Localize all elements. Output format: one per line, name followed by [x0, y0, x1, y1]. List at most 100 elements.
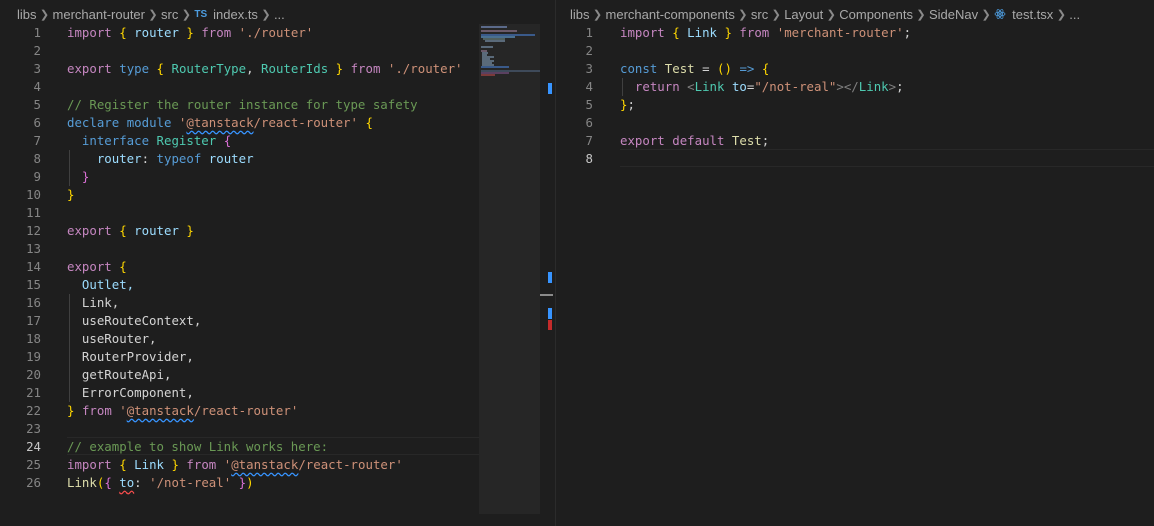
- code-line[interactable]: 16 Link,: [0, 294, 555, 312]
- minimap-line: [481, 26, 507, 28]
- line-number: 4: [33, 79, 41, 94]
- line-number: 2: [585, 43, 593, 58]
- scrollbar-info-marker: [548, 83, 552, 94]
- code-line-active[interactable]: 8: [556, 150, 1154, 168]
- vertical-scrollbar[interactable]: [540, 24, 555, 526]
- breadcrumb: libs ❯ merchant-router ❯ src ❯ TS index.…: [17, 5, 285, 23]
- code-line[interactable]: 17 useRouteContext,: [0, 312, 555, 330]
- code-line[interactable]: 11: [0, 204, 555, 222]
- line-number: 2: [33, 43, 41, 58]
- code-line[interactable]: 3 const Test = () => {: [556, 60, 1154, 78]
- breadcrumb-symbols[interactable]: ...: [1069, 7, 1080, 22]
- code-line[interactable]: 2: [0, 42, 555, 60]
- code-line[interactable]: 10}: [0, 186, 555, 204]
- breadcrumb-merchant-router[interactable]: merchant-router: [53, 7, 145, 22]
- breadcrumb-src[interactable]: src: [161, 7, 178, 22]
- scrollbar-cursor-marker: [540, 294, 553, 296]
- code-line[interactable]: 20 getRouteApi,: [0, 366, 555, 384]
- code-line[interactable]: 7 interface Register {: [0, 132, 555, 150]
- code-line[interactable]: 9 }: [0, 168, 555, 186]
- react-icon: [994, 9, 1006, 19]
- code-line[interactable]: 25 import { Link } from '@tanstack/react-…: [0, 456, 555, 474]
- code-line[interactable]: 6: [556, 114, 1154, 132]
- line-number: 1: [33, 25, 41, 40]
- line-number: 25: [26, 457, 41, 472]
- minimap-slider[interactable]: [479, 24, 540, 514]
- breadcrumb-file-name[interactable]: index.ts: [213, 7, 258, 22]
- line-number: 4: [585, 79, 593, 94]
- line-number: 16: [26, 295, 41, 310]
- line-number: 15: [26, 277, 41, 292]
- line-number: 8: [585, 151, 593, 166]
- code-line[interactable]: 5// Register the router instance for typ…: [0, 96, 555, 114]
- code-line[interactable]: 18 useRouter,: [0, 330, 555, 348]
- line-number: 5: [585, 97, 593, 112]
- line-number: 11: [26, 205, 41, 220]
- code-line[interactable]: 8 router: typeof router: [0, 150, 555, 168]
- breadcrumb-file-name[interactable]: test.tsx: [1012, 7, 1053, 22]
- chevron-right-icon: ❯: [1056, 8, 1066, 21]
- code-line[interactable]: 2: [556, 42, 1154, 60]
- breadcrumb-layout[interactable]: Layout: [784, 7, 823, 22]
- breadcrumb-symbols[interactable]: ...: [274, 7, 285, 22]
- breadcrumb: libs ❯ merchant-components ❯ src ❯ Layou…: [570, 5, 1080, 23]
- line-number: 17: [26, 313, 41, 328]
- chevron-right-icon: ❯: [771, 8, 781, 21]
- chevron-right-icon: ❯: [592, 8, 603, 21]
- line-number: 26: [26, 475, 41, 490]
- chevron-right-icon: ❯: [738, 8, 748, 21]
- breadcrumb-sidenav[interactable]: SideNav: [929, 7, 978, 22]
- code-line[interactable]: 12 export { router }: [0, 222, 555, 240]
- code-editor[interactable]: 1 import { Link } from 'merchant-router';…: [556, 24, 1154, 526]
- line-number: 7: [585, 133, 593, 148]
- chevron-right-icon: ❯: [39, 8, 50, 21]
- line-number: 6: [585, 115, 593, 130]
- line-number: 24: [26, 439, 41, 454]
- chevron-right-icon: ❯: [148, 8, 158, 21]
- minimap-line: [481, 74, 495, 76]
- code-line-active[interactable]: 24// example to show Link works here:: [0, 438, 555, 456]
- code-line[interactable]: 7 export default Test;: [556, 132, 1154, 150]
- code-line[interactable]: 19 RouterProvider,: [0, 348, 555, 366]
- code-line[interactable]: 1 import { Link } from 'merchant-router';: [556, 24, 1154, 42]
- line-number: 5: [33, 97, 41, 112]
- minimap[interactable]: [479, 24, 541, 526]
- line-number: 21: [26, 385, 41, 400]
- line-number: 18: [26, 331, 41, 346]
- scrollbar-error-marker: [548, 320, 552, 330]
- breadcrumb-libs[interactable]: libs: [570, 7, 590, 22]
- code-line[interactable]: 1 import { router } from './router': [0, 24, 555, 42]
- right-editor-pane[interactable]: libs ❯ merchant-components ❯ src ❯ Layou…: [556, 0, 1154, 526]
- code-line[interactable]: 26 Link({ to: '/not-real' }): [0, 474, 555, 492]
- breadcrumb-merchant-components[interactable]: merchant-components: [606, 7, 735, 22]
- code-line[interactable]: 23: [0, 420, 555, 438]
- line-number: 7: [33, 133, 41, 148]
- chevron-right-icon: ❯: [981, 8, 991, 21]
- minimap-line: [481, 30, 517, 32]
- code-line[interactable]: 15 Outlet,: [0, 276, 555, 294]
- code-line[interactable]: 3 export type { RouterType, RouterIds } f…: [0, 60, 555, 78]
- code-line[interactable]: 21 ErrorComponent,: [0, 384, 555, 402]
- code-line[interactable]: 14 export {: [0, 258, 555, 276]
- line-number: 23: [26, 421, 41, 436]
- breadcrumb-src[interactable]: src: [751, 7, 768, 22]
- breadcrumb-libs[interactable]: libs: [17, 7, 37, 22]
- scrollbar-info-marker: [548, 308, 552, 319]
- code-line[interactable]: 22} from '@tanstack/react-router': [0, 402, 555, 420]
- line-number: 20: [26, 367, 41, 382]
- left-editor-pane[interactable]: libs ❯ merchant-router ❯ src ❯ TS index.…: [0, 0, 555, 526]
- code-line[interactable]: 4 return <Link to="/not-real"></Link>;: [556, 78, 1154, 96]
- code-line[interactable]: 13: [0, 240, 555, 258]
- scrollbar-info-marker: [548, 272, 552, 283]
- code-editor[interactable]: 1 import { router } from './router' 2 3 ex…: [0, 24, 555, 526]
- line-number: 6: [33, 115, 41, 130]
- line-number: 3: [33, 61, 41, 76]
- code-line[interactable]: 4: [0, 78, 555, 96]
- code-line[interactable]: 6 declare module '@tanstack/react-router'…: [0, 114, 555, 132]
- line-number: 10: [26, 187, 41, 202]
- line-number: 22: [26, 403, 41, 418]
- code-line[interactable]: 5};: [556, 96, 1154, 114]
- minimap-line: [481, 66, 509, 68]
- breadcrumb-components[interactable]: Components: [839, 7, 913, 22]
- chevron-right-icon: ❯: [916, 8, 926, 21]
